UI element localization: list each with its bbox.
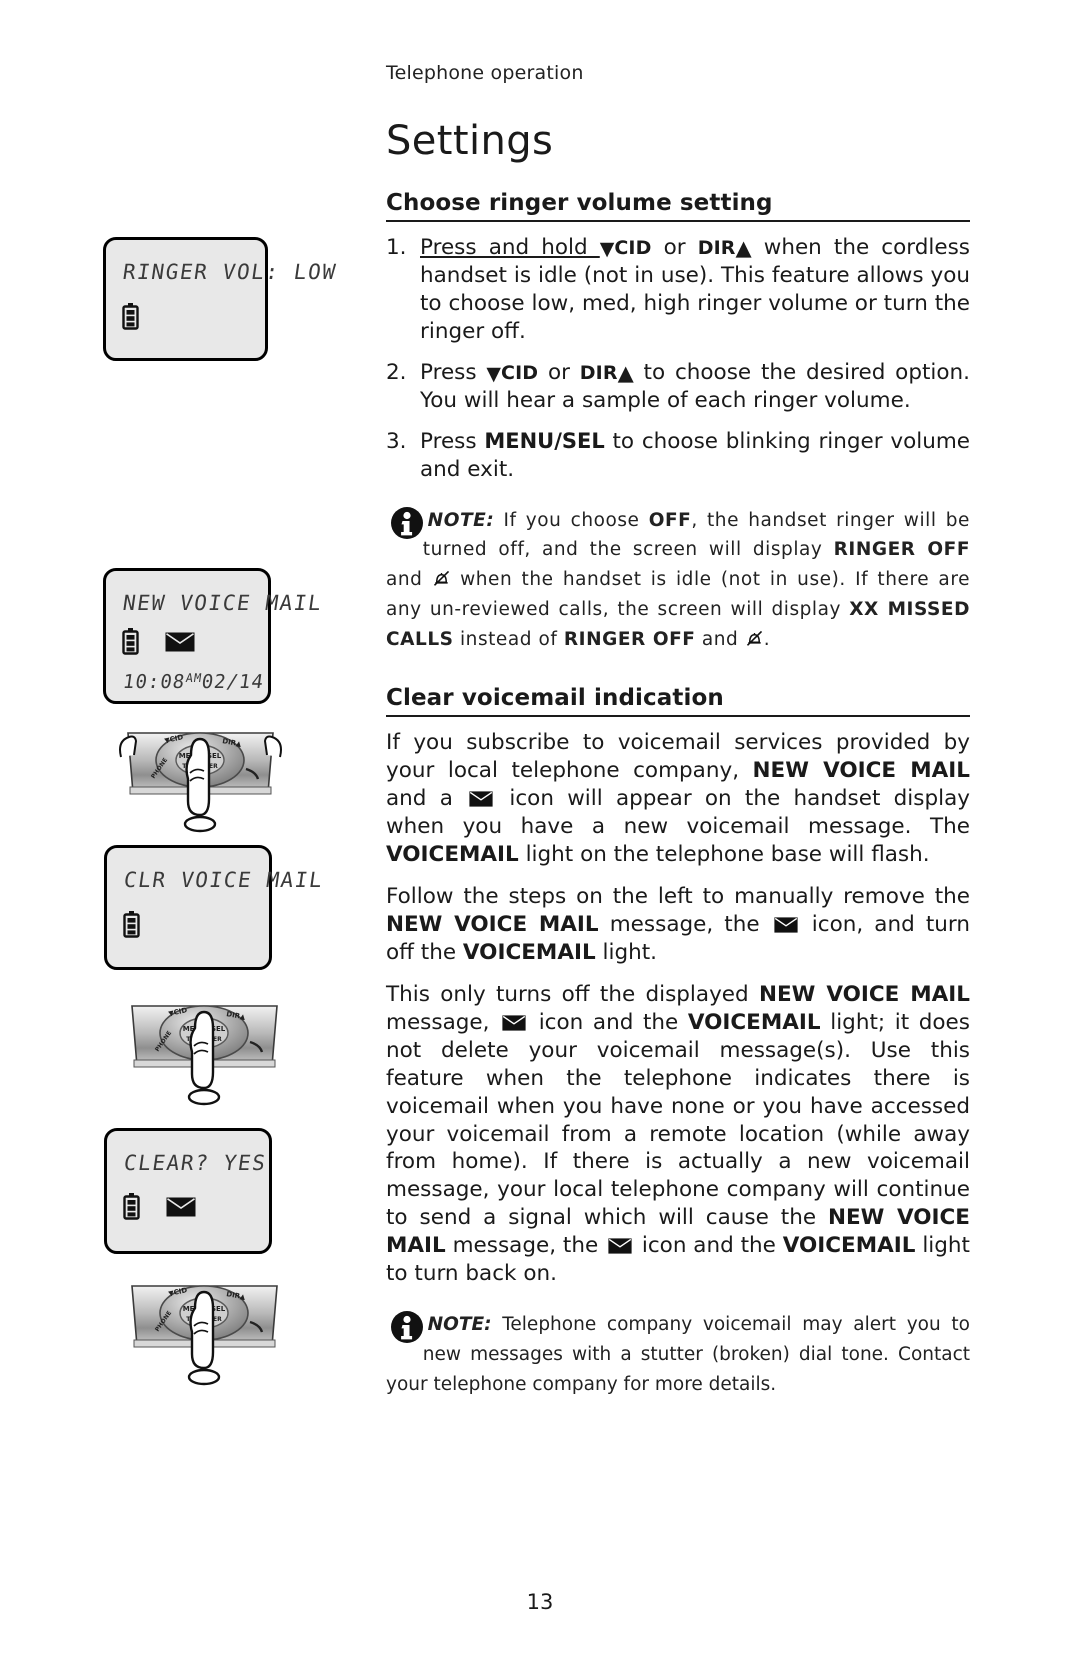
text-run: Press: [420, 428, 485, 454]
text-run: light on the telephone base will flash.: [518, 842, 930, 868]
envelope-icon: [165, 632, 195, 656]
note-label: NOTE:: [427, 509, 495, 531]
handset-press-illustration-3: MENU/ SEL TRANSFER ▼CID DIR▲ PHONE: [122, 1280, 287, 1394]
page-title: Settings: [386, 118, 554, 164]
triangle-up-icon: ▲: [617, 360, 634, 385]
page-number: 13: [526, 1590, 554, 1614]
emphasis-text: VOICEMAIL: [782, 1233, 916, 1259]
handset-press-illustration-2: MENU/ SEL TRANSFER ▼CID DIR▲ PHONE: [122, 1000, 287, 1114]
emphasis-text: OFF: [648, 509, 692, 531]
text-run: instead of: [453, 629, 564, 651]
section-rule: [386, 220, 970, 222]
lcd-screen-new-voice-mail: NEW VOICE MAIL 10:08AM 02/14: [103, 568, 324, 704]
text-run: If you choose: [494, 509, 649, 531]
lcd-screen-ringer-volume: RINGER VOL: LOW: [103, 237, 338, 361]
emphasis-text: RINGER OFF: [833, 539, 971, 561]
page-number-container: 13: [0, 1590, 1080, 1614]
paragraphs-clear-voicemail: If you subscribe to voicemail services p…: [386, 729, 970, 1288]
underlined-text: Press and hold: [420, 235, 600, 260]
lcd-date: 02/14: [200, 671, 266, 693]
key-label: CID: [501, 361, 539, 384]
body-paragraph: Follow the steps on the left to manually…: [386, 883, 970, 967]
body-paragraph: If you subscribe to voicemail services p…: [386, 729, 970, 869]
lcd-icon-row: [123, 1193, 196, 1224]
info-icon: [390, 506, 424, 540]
emphasis-text: VOICEMAIL: [386, 842, 519, 868]
text-run: Press: [420, 359, 487, 385]
text-run: and: [386, 569, 432, 591]
emphasis-text: VOICEMAIL: [462, 939, 596, 965]
triangle-down-icon: ▼: [599, 238, 615, 260]
envelope-icon: [773, 913, 799, 933]
steps-list-ringer-volume: 1. Press and hold ▼CID or DIR ▲ when the …: [386, 234, 970, 484]
step-number: 3.: [386, 428, 407, 454]
section-heading-clear-voicemail: Clear voicemail indication: [386, 685, 724, 712]
text-run: and a: [386, 786, 467, 812]
key-label: MENU/SEL: [484, 428, 605, 453]
battery-icon: [123, 1193, 140, 1224]
envelope-icon: [501, 1011, 527, 1031]
ringer-off-icon: [432, 568, 451, 587]
note-text: NOTE: Telephone company voicemail may al…: [386, 1310, 970, 1400]
envelope-icon: [166, 1197, 196, 1221]
step-number: 1.: [386, 235, 407, 260]
body-paragraph: This only turns off the displayed NEW VO…: [386, 981, 970, 1288]
text-run: or: [651, 235, 698, 260]
key-label: CID: [614, 237, 652, 259]
lcd-icon-row: [122, 628, 195, 659]
battery-icon: [122, 628, 139, 659]
section-heading-ringer-volume: Choose ringer volume setting: [386, 190, 773, 216]
section-rule: [386, 715, 970, 718]
text-run: message, the: [445, 1233, 606, 1259]
lcd-screen-clr-voice-mail: CLR VOICE MAIL: [104, 845, 325, 970]
emphasis-text: NEW VOICE MAIL: [386, 911, 599, 937]
running-head: Telephone operation: [386, 62, 584, 84]
lcd-screen-clear-yes: CLEAR? YES: [104, 1128, 272, 1254]
lcd-time: 10:08AM: [121, 671, 204, 693]
ringer-off-icon: [745, 628, 764, 647]
emphasis-text: NEW VOICE MAIL: [752, 758, 970, 784]
envelope-icon: [468, 787, 494, 807]
main-content-column: Settings Choose ringer volume setting 1.…: [386, 118, 970, 1400]
note-text: NOTE: If you choose OFF, the handset rin…: [386, 506, 970, 656]
lcd-text: CLEAR? YES: [122, 1151, 269, 1175]
text-run: icon and the: [529, 1009, 688, 1035]
emphasis-text: RINGER OFF: [563, 629, 696, 651]
triangle-down-icon: ▼: [486, 362, 502, 385]
note-clear-voicemail: NOTE: Telephone company voicemail may al…: [386, 1310, 970, 1400]
text-run: This only turns off the displayed: [386, 981, 759, 1007]
text-run: message, the: [598, 911, 771, 937]
step-item: 3. Press MENU/SEL to choose blinking ring…: [386, 428, 970, 484]
lcd-text: NEW VOICE MAIL: [121, 591, 325, 615]
lcd-text: RINGER VOL: LOW: [121, 260, 339, 284]
envelope-icon: [607, 1234, 633, 1254]
text-run: light.: [595, 939, 658, 965]
text-run: or: [538, 359, 580, 385]
key-label: DIR: [579, 361, 618, 384]
text-run: Follow the steps on the left to manually…: [386, 884, 970, 910]
note-label: NOTE:: [427, 1314, 492, 1336]
battery-icon: [123, 911, 140, 942]
handset-press-illustration-1: MENU/ SEL TRANSFER ▼CID DIR▲ PHONE: [118, 727, 283, 841]
text-run: message,: [386, 1009, 500, 1035]
step-item: 2. Press ▼CID or DIR ▲ to choose the desi…: [386, 359, 970, 415]
battery-icon: [122, 303, 139, 334]
text-run: light; it does not delete your voicemail…: [386, 1009, 970, 1231]
triangle-up-icon: ▲: [735, 236, 752, 260]
lcd-icon-row: [122, 303, 139, 334]
emphasis-text: NEW VOICE MAIL: [758, 981, 971, 1007]
note-ringer-volume: NOTE: If you choose OFF, the handset rin…: [386, 506, 970, 656]
step-item: 1. Press and hold ▼CID or DIR ▲ when the …: [386, 234, 970, 346]
text-run: and: [695, 629, 745, 651]
key-label: DIR: [697, 237, 736, 259]
lcd-icon-row: [123, 911, 140, 942]
lcd-text: CLR VOICE MAIL: [122, 868, 326, 892]
step-number: 2.: [386, 359, 407, 385]
text-run: icon and the: [635, 1233, 783, 1259]
emphasis-text: VOICEMAIL: [687, 1009, 821, 1035]
lcd-time-row: 10:08AM 02/14: [121, 671, 265, 693]
text-run: .: [763, 629, 771, 651]
illustration-column: RINGER VOL: LOW NEW VOICE MAIL 10:08AM 0…: [0, 0, 370, 1669]
info-icon: [390, 1310, 424, 1344]
